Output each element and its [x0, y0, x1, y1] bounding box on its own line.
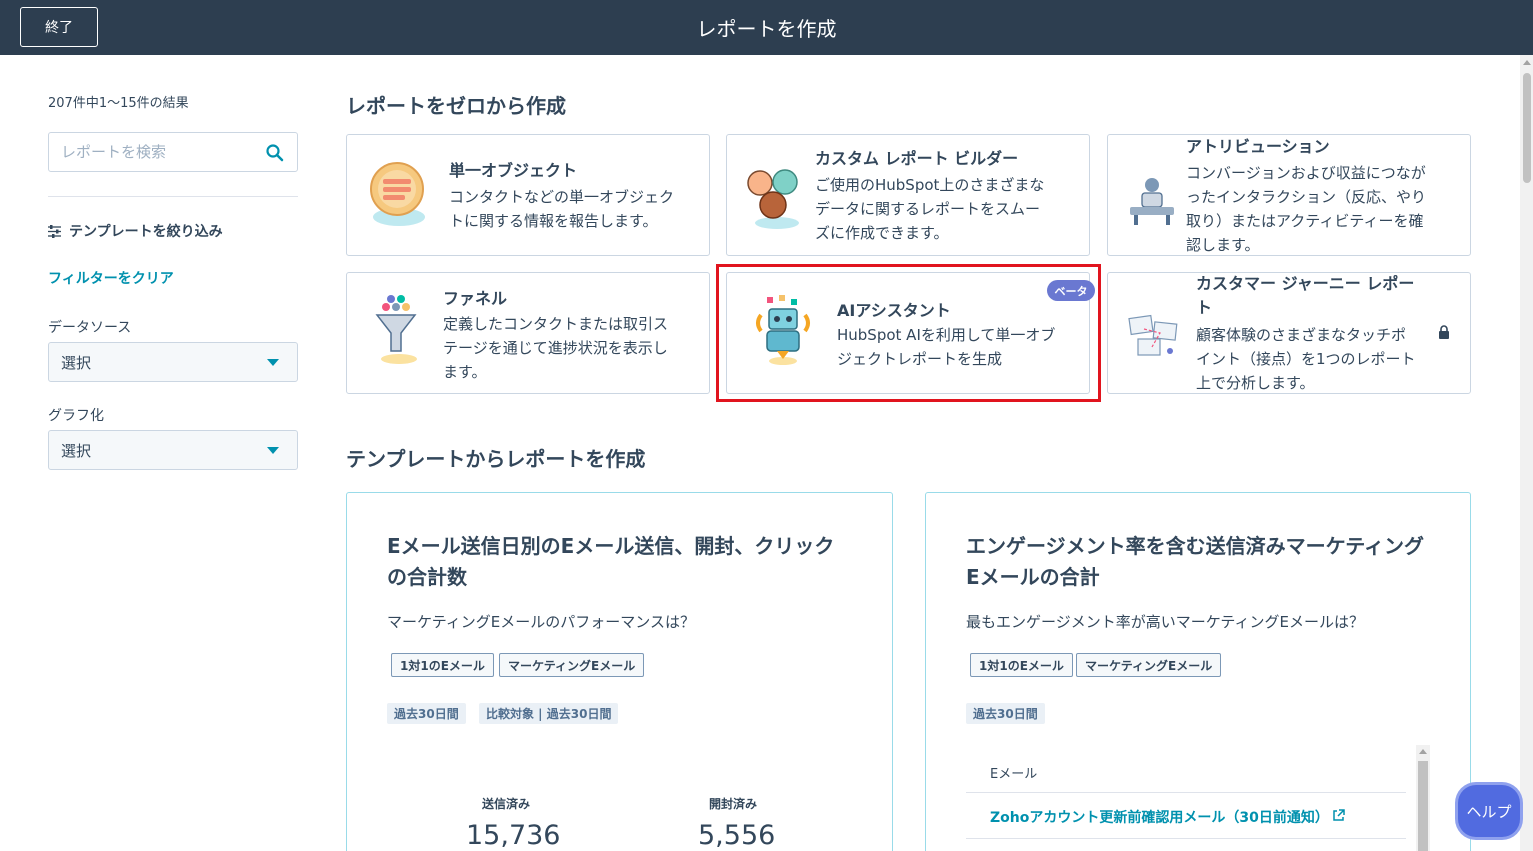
- period-tag: 過去30日間: [966, 703, 1045, 724]
- template-card[interactable]: Eメール送信日別のEメール送信、開封、クリック の合計数 マーケティングEメール…: [346, 492, 893, 851]
- search-input[interactable]: [49, 133, 249, 171]
- card-description: ご使用のHubSpot上のさまざまな データに関するレポートをスムー ズに作成で…: [815, 176, 1045, 242]
- custom-report-builder-icon: [747, 169, 799, 229]
- template-question: 最もエンゲージメント率が高いマーケティングEメールは？: [966, 613, 1364, 631]
- card-description: 顧客体験のさまざまなタッチポ イント（接点）を1つのレポート 上で分析します。: [1196, 326, 1416, 392]
- scrollbar-thumb[interactable]: [1523, 73, 1531, 183]
- filter-title-label: テンプレートを絞り込み: [69, 224, 223, 240]
- caret-down-icon: [267, 359, 279, 366]
- template-question: マーケティングEメールのパフォーマンスは？: [387, 613, 695, 631]
- tag: マーケティングEメール: [1076, 653, 1222, 677]
- search-box[interactable]: [48, 132, 298, 172]
- custom-report-builder-card[interactable]: カスタム レポート ビルダー ご使用のHubSpot上のさまざまな データに関す…: [726, 134, 1090, 256]
- card-title: アトリビューション: [1186, 137, 1330, 156]
- result-count: 207件中1～15件の結果: [48, 96, 189, 111]
- lock-icon: [1439, 325, 1449, 339]
- attribution-card[interactable]: アトリビューション コンバージョンおよび収益につなが ったインタラクション（反応…: [1107, 134, 1471, 256]
- templates-section-title: テンプレートからレポートを作成: [346, 447, 646, 471]
- card-description: 定義したコンタクトまたは取引ス テージを通じて進捗状況を表示し ます。: [443, 315, 669, 381]
- single-object-card[interactable]: 単一オブジェクト コンタクトなどの単一オブジェク トに関する情報を報告します。: [346, 134, 710, 256]
- metric-label: 送信済み: [482, 797, 531, 811]
- metric-value: 15,736: [466, 820, 561, 851]
- email-link[interactable]: Zohoアカウント更新前確認用メール（30日前通知）: [990, 807, 1329, 827]
- card-title: ファネル: [443, 289, 508, 308]
- tag: 1対1のEメール: [970, 653, 1073, 677]
- data-source-label: データソース: [48, 320, 132, 336]
- sidebar-divider: [48, 196, 298, 197]
- card-description: コンバージョンおよび収益につなが ったインタラクション（反応、やり 取り）または…: [1186, 164, 1427, 254]
- period-tag: 過去30日間: [387, 703, 466, 724]
- tag: マーケティングEメール: [499, 653, 645, 677]
- clear-filters-link[interactable]: フィルターをクリア: [48, 268, 174, 288]
- template-title: Eメール送信日別のEメール送信、開封、クリック の合計数: [387, 534, 835, 589]
- scroll-up-arrow-icon[interactable]: [1523, 60, 1531, 65]
- visualization-value: 選択: [61, 441, 92, 460]
- sliders-icon: [48, 224, 61, 238]
- scroll-up-arrow-icon[interactable]: [1419, 749, 1427, 754]
- period-tag: 比較対象 | 過去30日間: [479, 703, 619, 724]
- attribution-icon: [1130, 178, 1174, 225]
- single-object-icon: [370, 162, 425, 226]
- page-scrollbar[interactable]: [1520, 55, 1533, 851]
- card-title: カスタム レポート ビルダー: [815, 149, 1019, 168]
- funnel-icon: [375, 295, 417, 364]
- data-source-value: 選択: [61, 353, 92, 372]
- table-header-email: Eメール: [990, 767, 1038, 782]
- metric-value: 5,556: [698, 820, 776, 851]
- table-row: Zohoアカウント更新前確認用メール（30日前通知）: [966, 793, 1406, 839]
- ai-assistant-highlight-box: [716, 264, 1101, 402]
- template-card[interactable]: エンゲージメント率を含む送信済みマーケティング Eメールの合計 最もエンゲージメ…: [925, 492, 1471, 851]
- table-scrollbar-thumb[interactable]: [1418, 761, 1428, 851]
- customer-journey-icon: [1128, 314, 1178, 356]
- help-button[interactable]: ヘルプ: [1458, 785, 1520, 837]
- scratch-section-title: レポートをゼロから作成: [346, 94, 566, 118]
- visualization-select[interactable]: 選択: [48, 430, 298, 470]
- metric-label: 開封済み: [709, 797, 758, 811]
- beta-badge: ベータ: [1047, 280, 1095, 301]
- top-bar: 終了 レポートを作成: [0, 0, 1533, 55]
- table-scrollbar[interactable]: [1416, 745, 1430, 851]
- template-title: エンゲージメント率を含む送信済みマーケティング Eメールの合計: [966, 534, 1424, 589]
- data-source-select[interactable]: 選択: [48, 342, 298, 382]
- search-icon[interactable]: [265, 143, 285, 163]
- customer-journey-card[interactable]: カスタマー ジャーニー レポー ト 顧客体験のさまざまなタッチポ イント（接点）…: [1107, 272, 1471, 394]
- page-title: レポートを作成: [696, 17, 837, 41]
- caret-down-icon: [267, 447, 279, 454]
- card-title: カスタマー ジャーニー レポー ト: [1196, 274, 1415, 317]
- card-title: 単一オブジェクト: [449, 161, 578, 180]
- table-header: Eメール: [966, 755, 1406, 793]
- external-link-icon[interactable]: [1332, 809, 1345, 822]
- visualization-label: グラフ化: [48, 408, 104, 424]
- funnel-card[interactable]: ファネル 定義したコンタクトまたは取引ス テージを通じて進捗状況を表示し ます。: [346, 272, 710, 394]
- card-description: コンタクトなどの単一オブジェク トに関する情報を報告します。: [449, 188, 675, 230]
- tag: 1対1のEメール: [391, 653, 494, 677]
- filter-section-title: テンプレートを絞り込み: [48, 221, 223, 241]
